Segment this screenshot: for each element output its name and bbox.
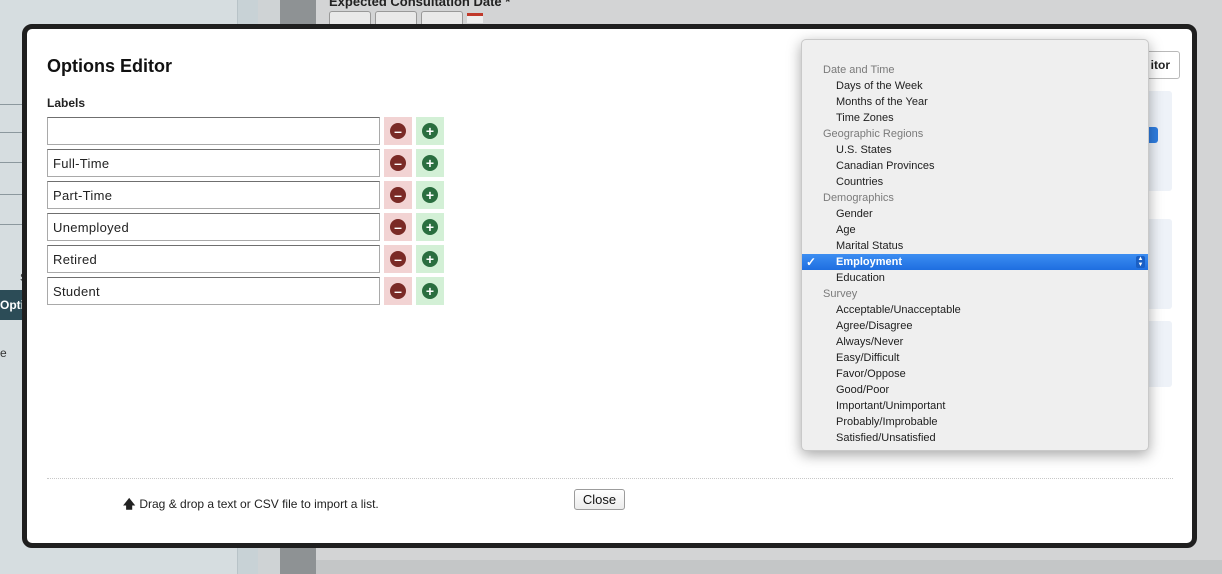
option-row: – + [47, 117, 447, 145]
add-option-button[interactable]: + [416, 117, 444, 145]
menu-item-us-states[interactable]: U.S. States [802, 142, 1148, 158]
remove-option-button[interactable]: – [384, 117, 412, 145]
menu-item-countries[interactable]: Countries [802, 174, 1148, 190]
menu-item-good-poor[interactable]: Good/Poor [802, 382, 1148, 398]
add-option-button[interactable]: + [416, 149, 444, 177]
background-divider [0, 224, 24, 225]
menu-item-acceptable-unacceptable[interactable]: Acceptable/Unacceptable [802, 302, 1148, 318]
plus-icon: + [422, 187, 438, 203]
date-stepper [375, 11, 417, 25]
dialog-title: Options Editor [47, 56, 172, 76]
date-stepper [329, 11, 371, 25]
remove-option-button[interactable]: – [384, 181, 412, 209]
background-divider [0, 104, 24, 105]
plus-icon: + [422, 283, 438, 299]
remove-option-button[interactable]: – [384, 149, 412, 177]
menu-item-always-never[interactable]: Always/Never [802, 334, 1148, 350]
checkmark-icon: ✓ [806, 255, 817, 269]
menu-item-days-of-week[interactable]: Days of the Week [802, 78, 1148, 94]
option-label-input[interactable] [47, 277, 380, 305]
option-label-input[interactable] [47, 117, 380, 145]
option-label-input[interactable] [47, 149, 380, 177]
close-button[interactable]: Close [574, 489, 625, 510]
date-stepper [421, 11, 463, 25]
menu-item-agree-disagree[interactable]: Agree/Disagree [802, 318, 1148, 334]
menu-item-important-unimportant[interactable]: Important/Unimportant [802, 398, 1148, 414]
menu-group-label: Geographic Regions [823, 128, 924, 140]
menu-item-favor-oppose[interactable]: Favor/Oppose [802, 366, 1148, 382]
labels-heading: Labels [47, 96, 86, 110]
minus-icon: – [390, 155, 406, 171]
menu-item-employment[interactable]: ✓ Employment ▲ ▼ [802, 254, 1148, 270]
background-divider [0, 132, 24, 133]
add-option-button[interactable]: + [416, 181, 444, 209]
preset-list-dropdown: Date and Time Days of the Week Months of… [801, 39, 1149, 451]
add-option-button[interactable]: + [416, 277, 444, 305]
option-row: – + [47, 245, 447, 273]
plus-icon: + [422, 219, 438, 235]
minus-icon: – [390, 251, 406, 267]
add-option-button[interactable]: + [416, 245, 444, 273]
preset-menu: Date and Time Days of the Week Months of… [802, 62, 1148, 446]
plus-icon: + [422, 251, 438, 267]
option-row: – + [47, 277, 447, 305]
minus-icon: – [390, 219, 406, 235]
menu-item-age[interactable]: Age [802, 222, 1148, 238]
menu-item-marital-status[interactable]: Marital Status [802, 238, 1148, 254]
minus-icon: – [390, 283, 406, 299]
option-label-input[interactable] [47, 245, 380, 273]
background-options-tab: Opti [0, 290, 24, 320]
background-letter: e [0, 346, 7, 360]
menu-group-label: Date and Time [823, 64, 895, 76]
select-arrows-icon: ▲ ▼ [1136, 256, 1145, 268]
background-footer [316, 560, 1222, 574]
menu-item-probably-improbable[interactable]: Probably/Improbable [802, 414, 1148, 430]
menu-item-gender[interactable]: Gender [802, 206, 1148, 222]
minus-icon: – [390, 123, 406, 139]
background-divider [0, 194, 24, 195]
option-row: – + [47, 213, 447, 241]
menu-group-label: Demographics [823, 192, 894, 204]
menu-item-canadian-provinces[interactable]: Canadian Provinces [802, 158, 1148, 174]
import-hint: 🡅 Drag & drop a text or CSV file to impor… [123, 495, 379, 516]
option-row: – + [47, 181, 447, 209]
remove-option-button[interactable]: – [384, 245, 412, 273]
import-hint-text: Drag & drop a text or CSV file to import… [139, 497, 379, 511]
option-label-input[interactable] [47, 181, 380, 209]
menu-item-education[interactable]: Education [802, 270, 1148, 286]
menu-item-time-zones[interactable]: Time Zones [802, 110, 1148, 126]
menu-group-label: Survey [823, 288, 858, 300]
plus-icon: + [422, 155, 438, 171]
menu-item-satisfied-unsatisfied[interactable]: Satisfied/Unsatisfied [802, 430, 1148, 446]
background-field-label: Expected Consultation Date * [329, 0, 511, 9]
calendar-icon [467, 13, 483, 23]
menu-item-months-of-year[interactable]: Months of the Year [802, 94, 1148, 110]
remove-option-button[interactable]: – [384, 213, 412, 241]
menu-item-easy-difficult[interactable]: Easy/Difficult [802, 350, 1148, 366]
plus-icon: + [422, 123, 438, 139]
option-row: – + [47, 149, 447, 177]
add-option-button[interactable]: + [416, 213, 444, 241]
upload-arrow-icon: 🡅 [123, 497, 136, 511]
background-divider [0, 162, 24, 163]
menu-item-label: Employment [836, 256, 903, 268]
remove-option-button[interactable]: – [384, 277, 412, 305]
option-label-input[interactable] [47, 213, 380, 241]
footer-divider [47, 478, 1173, 479]
minus-icon: – [390, 187, 406, 203]
